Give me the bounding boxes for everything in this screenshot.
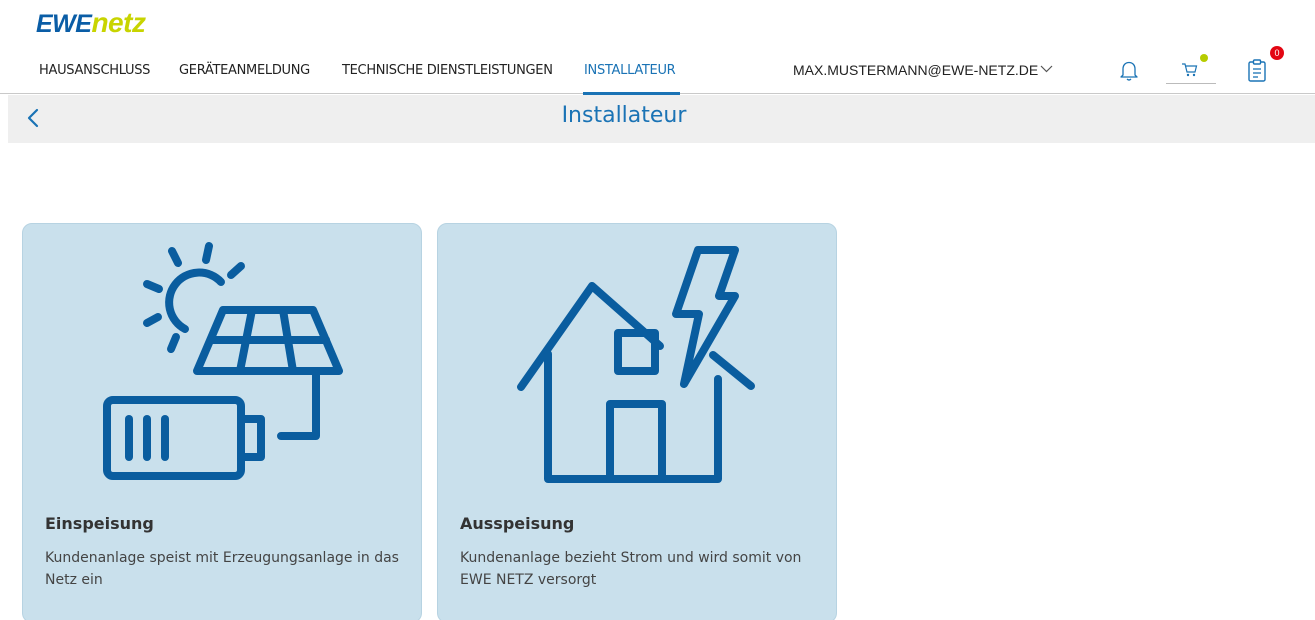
solar-battery-icon xyxy=(103,242,343,480)
cart-button[interactable] xyxy=(1166,54,1216,84)
card-title: Ausspeisung xyxy=(460,514,575,533)
card-description: Kundenanlage bezieht Strom und wird somi… xyxy=(460,550,802,588)
nav-item-technische-dienstleistungen[interactable]: TECHNISCHE DIENSTLEISTUNGEN xyxy=(342,63,553,78)
page-header-bar: Installateur xyxy=(8,95,1315,143)
user-email: MAX.MUSTERMANN@EWE-NETZ.DE xyxy=(793,62,1039,78)
card-description: Kundenanlage speist mit Erzeugungsanlage… xyxy=(45,550,399,588)
cart-indicator-dot xyxy=(1200,54,1208,62)
ewe-netz-logo[interactable]: EWEnetz xyxy=(36,6,146,41)
card-ausspeisung[interactable]: Ausspeisung Kundenanlage bezieht Strom u… xyxy=(437,223,837,620)
cart-icon xyxy=(1182,63,1198,77)
chevron-down-icon xyxy=(1040,60,1053,76)
nav-item-installateur[interactable]: INSTALLATEUR xyxy=(584,63,676,78)
bell-icon[interactable] xyxy=(1117,58,1141,82)
house-lightning-icon xyxy=(517,246,755,483)
clipboard-icon[interactable] xyxy=(1246,58,1268,84)
card-title: Einspeisung xyxy=(45,514,154,533)
logo-netz-text: netz xyxy=(91,7,146,38)
user-menu[interactable]: MAX.MUSTERMANN@EWE-NETZ.DE xyxy=(793,60,1053,78)
logo-ewe-text: EWE xyxy=(36,10,92,38)
card-einspeisung[interactable]: Einspeisung Kundenanlage speist mit Erze… xyxy=(22,223,422,620)
clipboard-count-badge: 0 xyxy=(1270,46,1284,60)
page-title: Installateur xyxy=(561,103,687,128)
nav-item-geraeteanmeldung[interactable]: GERÄTEANMELDUNG xyxy=(179,63,310,78)
nav-item-hausanschluss[interactable]: HAUSANSCHLUSS xyxy=(39,63,150,78)
